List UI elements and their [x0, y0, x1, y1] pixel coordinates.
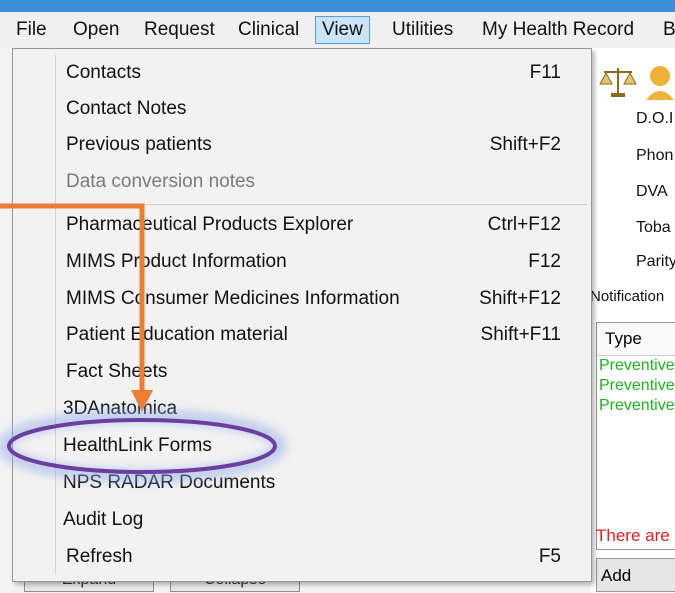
menu-item-refresh[interactable]: Refresh F5	[13, 539, 591, 575]
menu-item-label: 3DAnatomica	[63, 398, 178, 419]
menu-item-label: Contact Notes	[66, 98, 187, 119]
menu-item-label: Audit Log	[63, 509, 144, 530]
toolbar-icons	[599, 66, 674, 100]
menu-item-label: Data conversion notes	[66, 171, 256, 192]
grid-row[interactable]: Preventive	[597, 396, 675, 416]
menu-item-shortcut: Shift+F2	[489, 134, 561, 155]
menu-item-label: NPS RADAR Documents	[63, 472, 276, 493]
notifications-grid[interactable]: Type Preventive Preventive Preventive	[596, 322, 675, 550]
menu-my-health-record[interactable]: My Health Record	[482, 16, 634, 44]
menu-item-shortcut: F12	[528, 251, 561, 272]
patient-details-panel: D.O.I Phon DVA Toba Parity Notification …	[590, 48, 675, 593]
warning-text: There are	[596, 526, 670, 545]
menu-clinical[interactable]: Clinical	[238, 16, 299, 44]
menu-item-label: Contacts	[66, 62, 141, 83]
menu-view[interactable]: View	[315, 16, 370, 44]
menu-item-label: MIMS Consumer Medicines Information	[66, 288, 400, 309]
menu-separator	[57, 204, 587, 205]
menu-item-data-conversion-notes: Data conversion notes	[13, 164, 591, 200]
phone-label: Phon	[636, 147, 674, 164]
menu-item-shortcut: Ctrl+F12	[487, 214, 561, 235]
menu-item-shortcut: F5	[538, 546, 561, 567]
menu-item-nps-radar-documents[interactable]: NPS RADAR Documents	[13, 465, 591, 501]
scales-icon[interactable]	[599, 68, 637, 97]
tobacco-label: Toba	[636, 219, 671, 236]
menu-item-patient-education-material[interactable]: Patient Education material Shift+F11	[13, 317, 591, 353]
window-title-strip	[0, 0, 675, 12]
menu-item-label: HealthLink Forms	[63, 435, 212, 456]
menu-item-label: MIMS Product Information	[66, 251, 287, 272]
menu-item-shortcut: Shift+F12	[479, 288, 561, 309]
menu-item-previous-patients[interactable]: Previous patients Shift+F2	[13, 127, 591, 163]
menu-item-contacts[interactable]: Contacts F11	[13, 55, 591, 91]
menu-item-label: Refresh	[66, 546, 133, 567]
menu-item-3danatomica[interactable]: 3DAnatomica	[13, 391, 591, 427]
menu-item-label: Pharmaceutical Products Explorer	[66, 214, 354, 235]
menu-item-label: Previous patients	[66, 134, 212, 155]
grid-row[interactable]: Preventive	[597, 376, 675, 396]
menu-item-contact-notes[interactable]: Contact Notes	[13, 91, 591, 127]
dob-label: D.O.I	[636, 110, 674, 127]
menu-utilities[interactable]: Utilities	[392, 16, 453, 44]
menu-open[interactable]: Open	[73, 16, 119, 44]
notifications-label: Notification	[590, 288, 665, 305]
grid-row[interactable]: Preventive	[597, 356, 675, 376]
dva-label: DVA	[636, 183, 668, 200]
menubar: File Open Request Clinical View Utilitie…	[0, 12, 675, 49]
menu-item-shortcut: F11	[529, 62, 561, 83]
menu-request[interactable]: Request	[144, 16, 215, 44]
menu-item-label: Fact Sheets	[66, 361, 168, 382]
menu-item-fact-sheets[interactable]: Fact Sheets	[13, 354, 591, 390]
menu-item-mims-product-information[interactable]: MIMS Product Information F12	[13, 244, 591, 280]
menu-item-healthlink-forms[interactable]: HealthLink Forms	[13, 428, 591, 464]
menu-overflow[interactable]: B	[663, 16, 675, 44]
menu-item-pharmaceutical-products-explorer[interactable]: Pharmaceutical Products Explorer Ctrl+F1…	[13, 207, 591, 243]
menu-item-audit-log[interactable]: Audit Log	[13, 502, 591, 538]
parity-label: Parity	[636, 253, 675, 270]
grid-header-type[interactable]: Type	[597, 323, 675, 356]
add-button[interactable]: Add	[596, 558, 675, 592]
menu-item-mims-consumer-medicines-information[interactable]: MIMS Consumer Medicines Information Shif…	[13, 281, 591, 317]
menu-item-shortcut: Shift+F11	[480, 324, 561, 345]
menu-file[interactable]: File	[16, 16, 47, 44]
menu-item-label: Patient Education material	[66, 324, 288, 345]
person-icon[interactable]	[646, 66, 674, 100]
view-menu-dropdown: Contacts F11 Contact Notes Previous pati…	[12, 48, 592, 582]
